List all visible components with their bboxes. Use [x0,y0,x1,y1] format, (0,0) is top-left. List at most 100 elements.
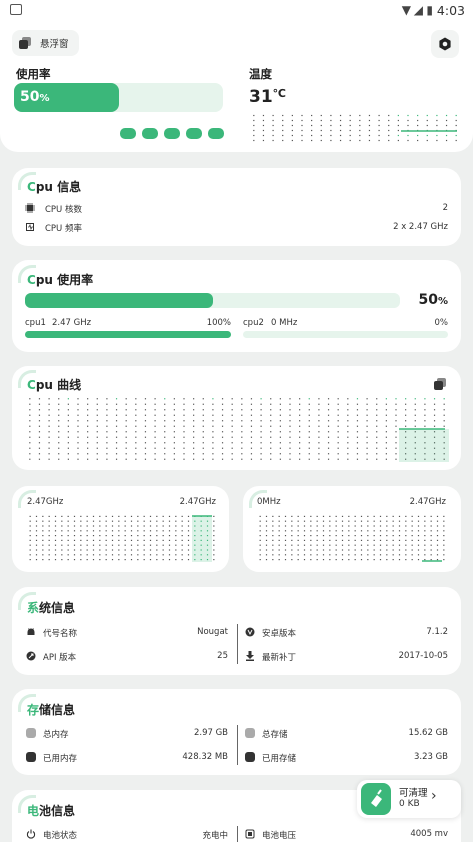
grid-dot [35,530,38,532]
grid-dot [125,442,127,444]
grid-dot [154,458,156,460]
grid-dot [73,559,76,561]
grid-dot [212,453,214,455]
float-window-button[interactable]: 悬浮窗 [12,30,79,56]
grid-dot [181,549,183,551]
patch-label: 最新补丁 [262,653,297,663]
grid-dot [241,447,243,449]
grid-dot [348,544,350,546]
grid-dot [284,554,287,556]
grid-dot [310,559,312,561]
grid-dot [149,535,152,537]
grid-dot [417,549,420,551]
grid-dot [335,530,337,532]
grid-dot [135,425,137,427]
grid-dot [339,124,342,127]
grid-dot [445,139,448,142]
grid-dot [379,535,382,537]
grid-dot [303,535,306,537]
grid-dot [424,520,426,522]
float-curve-button[interactable] [433,377,447,391]
grid-dot [414,414,416,416]
grid-dot [143,544,145,546]
grid-dot [405,403,407,405]
grid-dot [181,544,183,546]
grid-dot [284,544,287,546]
grid-dot [231,398,233,400]
grid-dot [106,447,108,449]
grid-dot [183,398,185,400]
grid-dot [96,442,98,444]
grid-dot [272,544,274,546]
grid-dot [260,447,262,449]
grid-dot [221,447,224,449]
grid-dot [335,520,337,522]
grid-dot [386,554,388,556]
grid-dot [359,114,361,117]
grid-dot [436,525,439,527]
grid-dot [154,453,156,455]
grid-dot [354,520,356,522]
grid-dot [221,403,224,405]
usage-value: 50 [20,89,40,105]
grid-dot [213,554,215,556]
grid-dot [42,530,44,532]
grid-dot [231,425,233,427]
grid-dot [154,409,156,411]
grid-dot [348,515,350,517]
grid-dot [241,431,243,433]
grid-dot [168,544,171,546]
grid-dot [253,114,255,117]
settings-button[interactable] [431,30,459,58]
grid-dot [221,425,224,427]
grid-dot [265,539,268,541]
grid-dot [430,554,432,556]
grid-dot [202,398,204,400]
grid-dot [291,539,293,541]
grid-dot [414,420,416,422]
core-indicator [120,128,136,139]
grid-dot [187,515,190,517]
grid-dot [221,398,224,400]
core2-name: cpu2 [243,318,264,328]
grid-dot [284,559,287,561]
clean-widget[interactable]: 可清理 0 KB › [357,780,461,818]
grid-dot [115,420,118,422]
grid-dot [38,436,41,438]
grid-dot [29,436,31,438]
grid-dot [341,544,344,546]
grid-dot [193,436,195,438]
grid-dot [125,398,127,400]
core2-graph-max: 2.47GHz [409,497,446,507]
grid-dot [38,398,41,400]
grid-dot [318,420,320,422]
title-accent: C [27,378,36,392]
grid-dot [80,544,82,546]
grid-dot [73,515,76,517]
grid-dot [181,535,183,537]
grid-dot [92,544,95,546]
grid-dot [299,398,301,400]
grid-dot [193,420,195,422]
grid-dot [360,525,363,527]
grid-dot [436,139,438,142]
grid-dot [54,530,57,532]
grid-dot [193,403,195,405]
grid-dot [115,442,118,444]
grid-dot [395,453,397,455]
grid-dot [284,520,287,522]
grid-dot [414,398,416,400]
grid-dot [301,124,303,127]
grid-dot [259,525,261,527]
grid-dot [87,431,89,433]
grid-dot [322,539,325,541]
grid-dot [162,544,164,546]
grid-dot [173,409,175,411]
grid-dot [54,549,57,551]
grid-dot [168,515,171,517]
grid-dot [154,447,156,449]
grid-dot [378,134,380,137]
grid-dot [137,559,139,561]
grid-dot [414,425,416,427]
grid-dot [168,525,171,527]
